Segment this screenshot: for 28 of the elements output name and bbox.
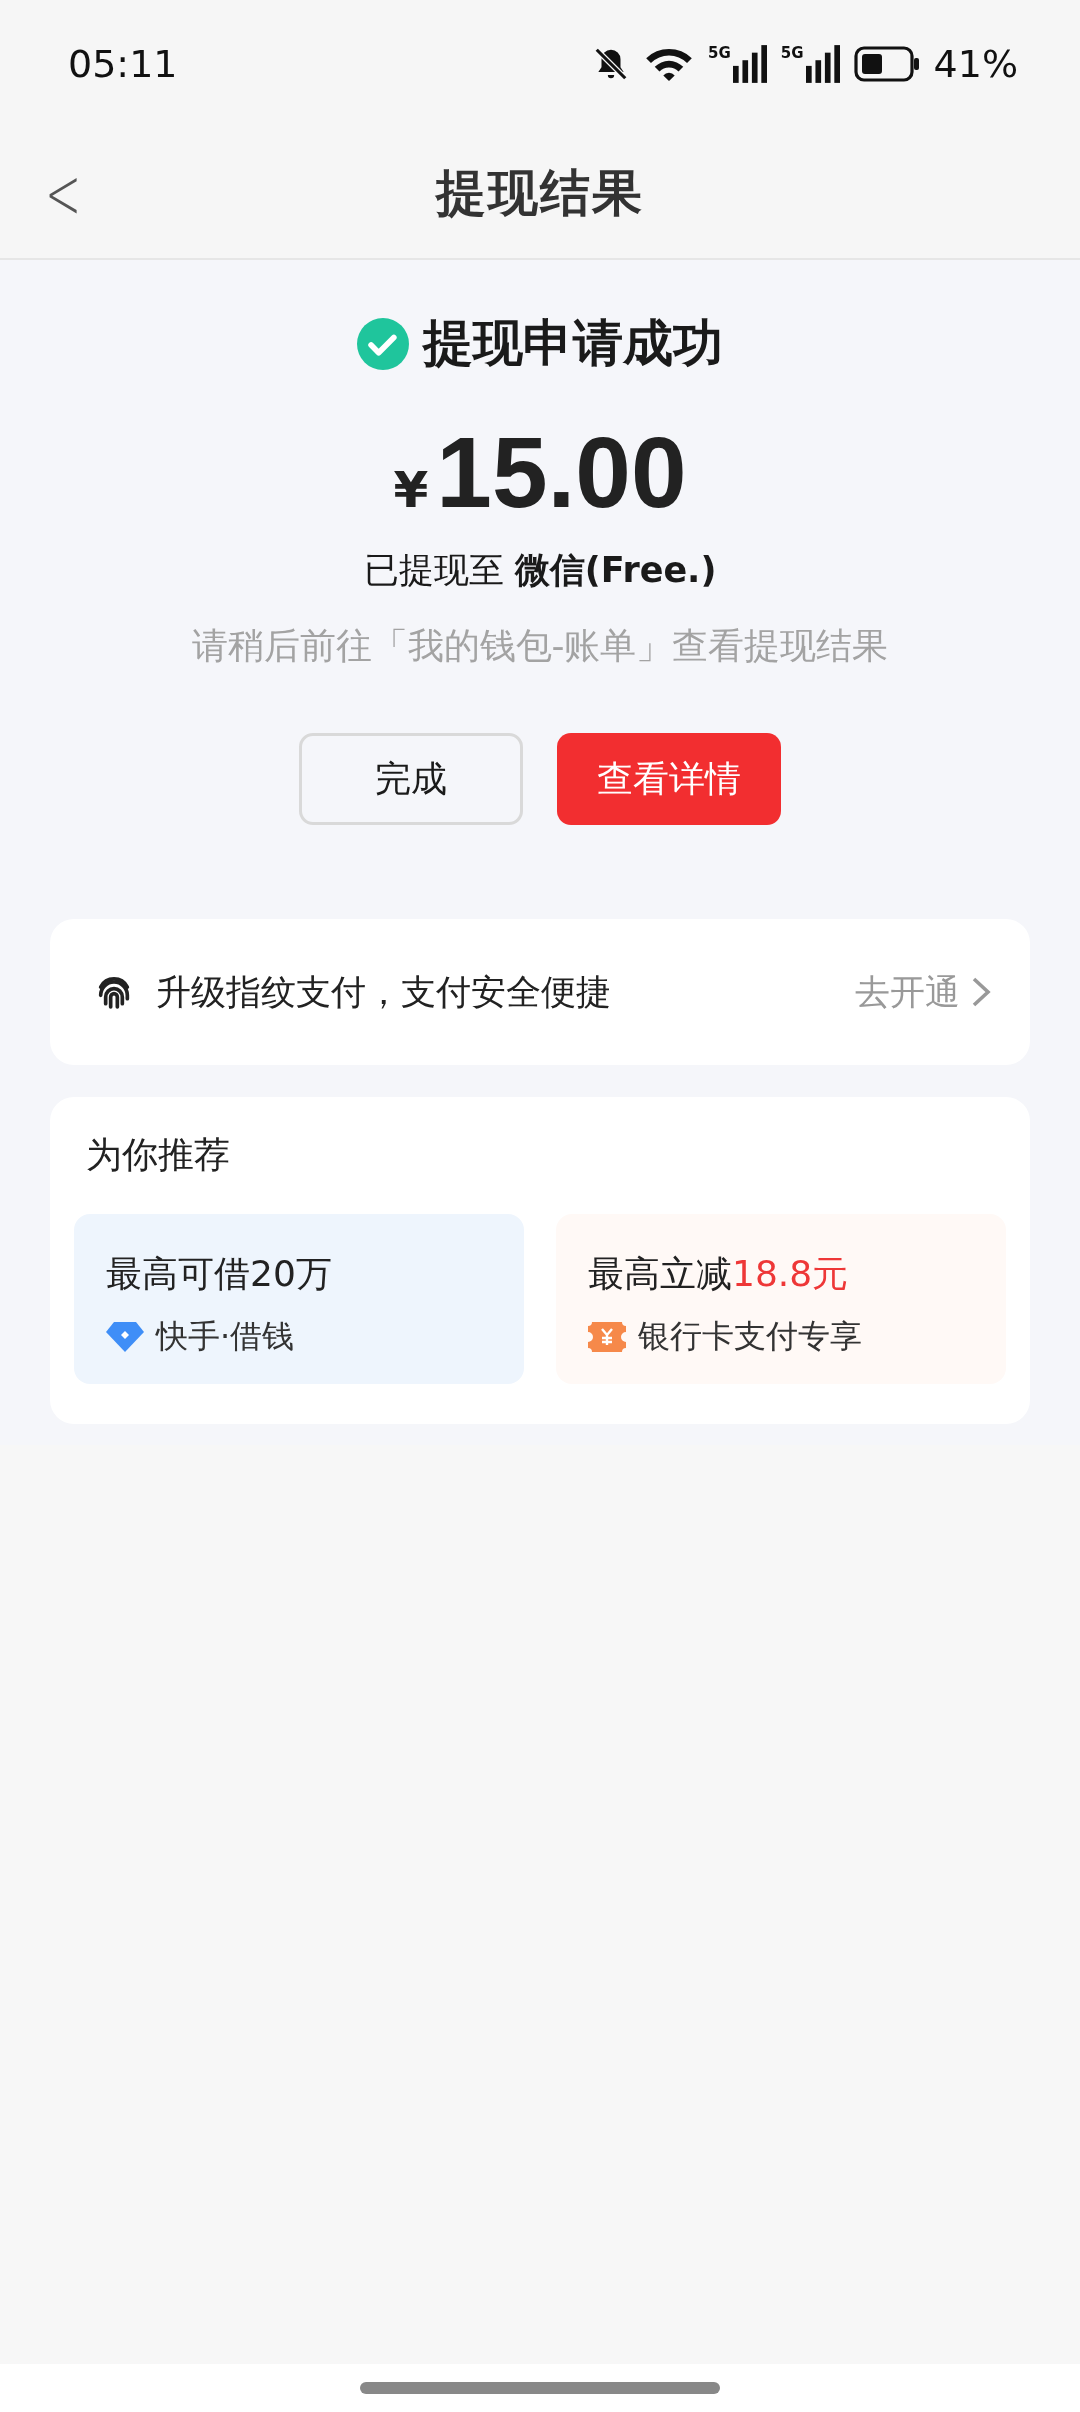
offer-title: 最高立减18.8元 — [588, 1252, 850, 1296]
signal-icon — [805, 45, 840, 83]
signal-icon — [732, 45, 767, 83]
battery-icon — [853, 46, 920, 82]
recommend-card[interactable]: 最高可借20万 快手·借钱 — [74, 1214, 524, 1384]
network-type-label: 5G — [708, 45, 731, 61]
check-circle-icon — [357, 317, 409, 370]
offer-subtitle: 快手·借钱 — [156, 1316, 295, 1357]
diamond-icon — [106, 1322, 144, 1352]
home-indicator[interactable] — [360, 2382, 720, 2394]
page-title: 提现结果 — [436, 162, 644, 224]
offer-title: 最高可借20万 — [106, 1252, 333, 1296]
destination-text: 已提现至 微信(Free.) — [363, 549, 717, 592]
success-title: 提现申请成功 — [423, 313, 723, 374]
offer-subtitle: 银行卡支付专享 — [638, 1316, 862, 1357]
fingerprint-promo-text: 升级指纹支付，支付安全便捷 — [156, 970, 612, 1014]
hint-text: 请稍后前往「我的钱包-账单」查看提现结果 — [191, 624, 889, 668]
amount: ¥15.00 — [393, 417, 687, 527]
recommend-card[interactable]: 最高立减18.8元 银行卡支付专享 — [556, 1214, 1006, 1384]
back-button[interactable]: < — [42, 154, 84, 232]
section-title: 为你推荐 — [86, 1133, 231, 1177]
coupon-icon — [588, 1322, 626, 1352]
details-button[interactable]: 查看详情 — [557, 733, 781, 825]
done-button[interactable]: 完成 — [299, 733, 523, 825]
network-type-label: 5G — [780, 45, 804, 61]
chevron-right-icon — [970, 975, 992, 1009]
status-time: 05:11 — [68, 42, 179, 86]
battery-percent: 41% — [933, 42, 1018, 86]
